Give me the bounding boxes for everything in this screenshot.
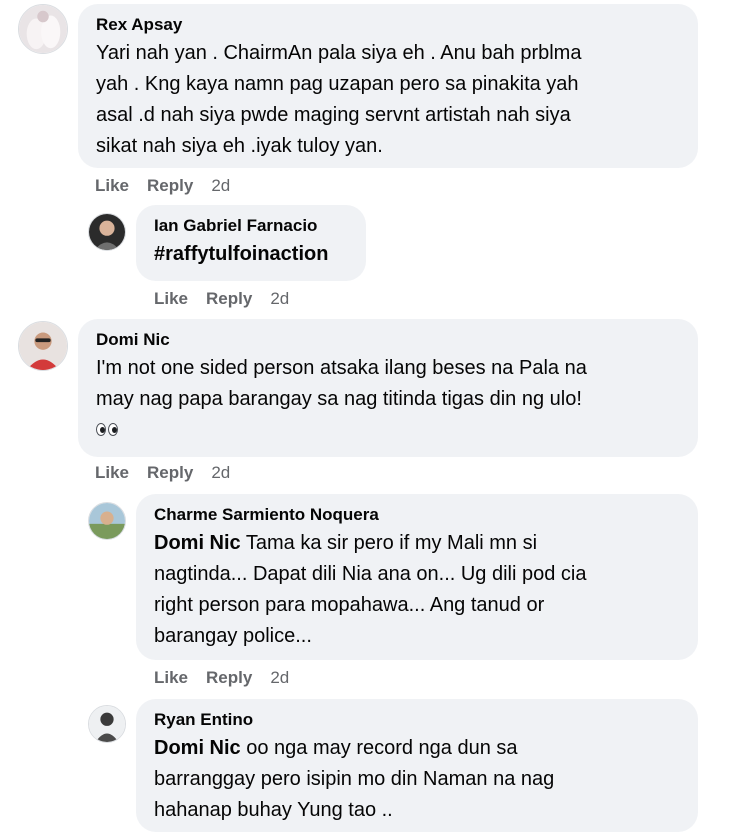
comment-line: yah . Kng kaya namn pag uzapan pero sa p… [96,73,579,95]
mention-link[interactable]: Domi Nic [154,737,241,759]
like-button[interactable]: Like [154,668,188,688]
comment-bubble-domi-nic: Domi Nic I'm not one sided person atsaka… [78,319,698,457]
profile-photo-icon [89,706,125,742]
comment-author[interactable]: Ryan Entino [154,709,680,731]
reply-button[interactable]: Reply [206,289,252,309]
reply-button[interactable]: Reply [147,463,193,483]
comment-author[interactable]: Rex Apsay [96,14,680,36]
like-button[interactable]: Like [95,463,129,483]
comment-line: hahanap buhay Yung tao .. [154,799,393,821]
like-button[interactable]: Like [95,176,129,196]
comment-line: nagtinda... Dapat dili Nia ana on... Ug … [154,563,587,585]
profile-photo-icon [19,322,67,370]
comment-line: sikat nah siya eh .iyak tuloy yan. [96,135,383,157]
comment-author[interactable]: Domi Nic [96,329,680,351]
comment-line: I'm not one sided person atsaka ilang be… [96,357,587,379]
comment-line: barangay police... [154,625,312,647]
comment-bubble-charme-sarmiento-noquera: Charme Sarmiento Noquera Domi Nic Tama k… [136,494,698,660]
avatar-charme-sarmiento-noquera[interactable] [88,502,126,540]
comment-actions: Like Reply 2d [154,289,307,309]
avatar-domi-nic[interactable] [18,321,68,371]
hashtag-link[interactable]: #raffytulfoinaction [154,243,328,265]
comment-actions: Like Reply 2d [154,668,307,688]
comment-bubble-rex-apsay: Rex Apsay Yari nah yan . ChairmAn pala s… [78,4,698,168]
comment-text: #raffytulfoinaction [154,239,348,270]
profile-photo-icon [19,5,67,53]
profile-photo-icon [89,214,125,250]
comment-line: barranggay pero isipin mo din Naman na n… [154,768,555,790]
timestamp[interactable]: 2d [270,668,289,688]
comment-actions: Like Reply 2d [95,463,248,483]
comment-text: I'm not one sided person atsaka ilang be… [96,353,680,443]
reply-button[interactable]: Reply [206,668,252,688]
comment-author[interactable]: Ian Gabriel Farnacio [154,215,348,237]
timestamp[interactable]: 2d [211,463,230,483]
comment-bubble-ryan-entino: Ryan Entino Domi Nic oo nga may record n… [136,699,698,832]
comment-line: may nag papa barangay sa nag titinda tig… [96,388,582,410]
comment-actions: Like Reply 2d [95,176,248,196]
comment-line: right person para mopahawa... Ang tanud … [154,594,545,616]
avatar-rex-apsay[interactable] [18,4,68,54]
comment-bubble-ian-gabriel-farnacio: Ian Gabriel Farnacio #raffytulfoinaction [136,205,366,281]
comment-text: Domi Nic Tama ka sir pero if my Mali mn … [154,528,680,652]
comment-line-rest: Tama ka sir pero if my Mali mn si [240,532,538,554]
timestamp[interactable]: 2d [270,289,289,309]
like-button[interactable]: Like [154,289,188,309]
comment-line: Domi Nic oo nga may record nga dun sa [154,733,680,764]
profile-photo-icon [89,503,125,539]
comment-line: Yari nah yan . ChairmAn pala siya eh . A… [96,42,582,64]
comment-text: Domi Nic oo nga may record nga dun sa ba… [154,733,680,826]
reply-button[interactable]: Reply [147,176,193,196]
comment-line: asal .d nah siya pwde maging servnt arti… [96,104,571,126]
comment-line: Domi Nic Tama ka sir pero if my Mali mn … [154,528,680,559]
avatar-ryan-entino[interactable] [88,705,126,743]
timestamp[interactable]: 2d [211,176,230,196]
comment-text: Yari nah yan . ChairmAn pala siya eh . A… [96,38,680,162]
avatar-ian-gabriel-farnacio[interactable] [88,213,126,251]
eyes-emoji-icon [96,415,680,443]
mention-link[interactable]: Domi Nic [154,532,241,554]
comment-line-rest: oo nga may record nga dun sa [240,737,518,759]
comment-author[interactable]: Charme Sarmiento Noquera [154,504,680,526]
